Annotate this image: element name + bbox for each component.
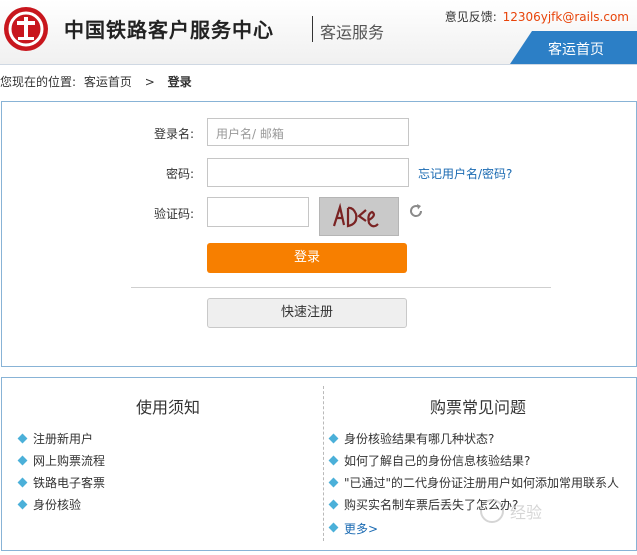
notice-list: 注册新用户 网上购票流程 铁路电子客票 身份核验 bbox=[19, 428, 105, 516]
captcha-label: 验证码: bbox=[153, 207, 194, 221]
site-title: 中国铁路客户服务中心 bbox=[64, 18, 274, 42]
forgot-password-link[interactable]: 忘记用户名/密码? bbox=[418, 165, 512, 182]
site-subtitle: 客运服务 bbox=[320, 23, 385, 42]
captcha-image[interactable] bbox=[319, 197, 399, 236]
login-button[interactable]: 登录 bbox=[207, 243, 407, 273]
breadcrumb-prefix: 您现在的位置: bbox=[0, 75, 77, 89]
title-divider bbox=[312, 16, 313, 42]
faq-title: 购票常见问题 bbox=[430, 398, 527, 417]
breadcrumb: 您现在的位置: 客运首页 > 登录 bbox=[0, 73, 192, 90]
column-divider bbox=[323, 386, 324, 541]
tab-passenger-home[interactable]: 客运首页 bbox=[510, 31, 637, 64]
faq-item[interactable]: 如何了解自己的身份信息核验结果? bbox=[330, 450, 619, 472]
railway-logo-icon bbox=[4, 7, 48, 51]
breadcrumb-home-link[interactable]: 客运首页 bbox=[84, 75, 132, 89]
breadcrumb-current: 登录 bbox=[167, 75, 192, 89]
notice-item[interactable]: 网上购票流程 bbox=[19, 450, 105, 472]
faq-item[interactable]: 身份核验结果有哪几种状态? bbox=[330, 428, 619, 450]
notice-title: 使用须知 bbox=[136, 398, 201, 417]
feedback-label: 意见反馈: bbox=[444, 10, 497, 24]
username-input[interactable]: 用户名/ 邮箱 bbox=[207, 118, 409, 146]
feedback-email-link[interactable]: 12306yjfk@rails.com bbox=[503, 10, 629, 24]
watermark-text: 经验 bbox=[510, 503, 542, 522]
quick-register-button[interactable]: 快速注册 bbox=[207, 298, 407, 328]
tab-passenger-home-label: 客运首页 bbox=[548, 42, 604, 58]
notice-item[interactable]: 注册新用户 bbox=[19, 428, 105, 450]
captcha-input[interactable] bbox=[207, 197, 309, 227]
notice-item[interactable]: 铁路电子客票 bbox=[19, 472, 105, 494]
faq-item[interactable]: "已通过"的二代身份证注册用户如何添加常用联系人 bbox=[330, 472, 619, 494]
username-label: 登录名: bbox=[153, 127, 194, 141]
notice-item[interactable]: 身份核验 bbox=[19, 494, 105, 516]
password-input[interactable] bbox=[207, 158, 409, 187]
faq-more-link[interactable]: 更多> bbox=[330, 520, 378, 537]
form-divider bbox=[131, 287, 551, 288]
password-label: 密码: bbox=[165, 167, 194, 181]
refresh-captcha-icon[interactable] bbox=[407, 202, 425, 220]
feedback: 意见反馈: 12306yjfk@rails.com bbox=[445, 8, 629, 25]
breadcrumb-separator: > bbox=[144, 75, 155, 89]
site-header: 中国铁路客户服务中心 客运服务 意见反馈: 12306yjfk@rails.co… bbox=[0, 0, 637, 65]
watermark-logo: 经验 bbox=[478, 496, 598, 526]
